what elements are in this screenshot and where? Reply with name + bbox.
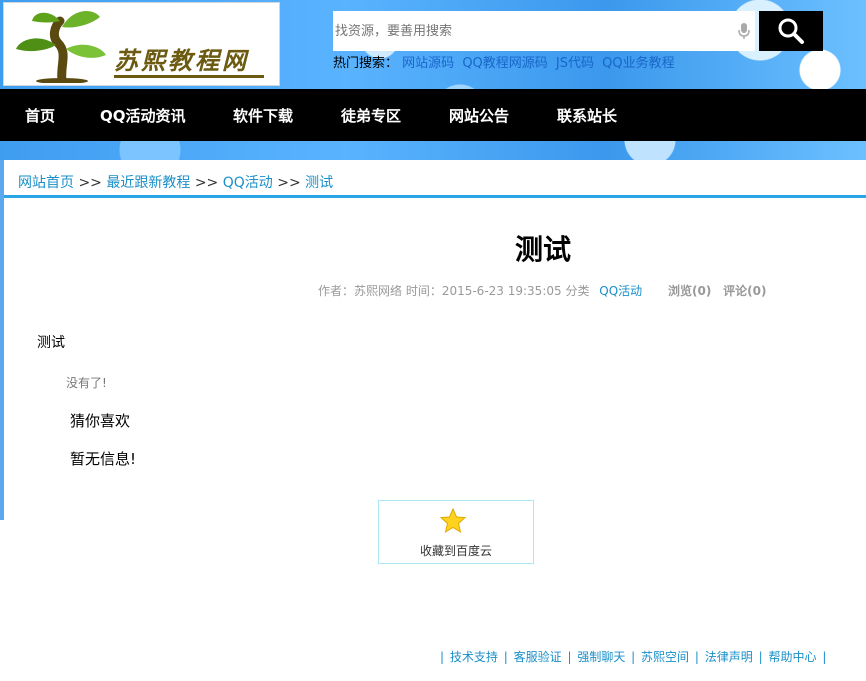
nav-item-software[interactable]: 软件下载 (233, 105, 293, 126)
article-meta: 作者：苏熙网络 时间：2015-6-23 19:35:05 分类 QQ活动 浏览… (318, 282, 767, 299)
breadcrumb-current[interactable]: 测试 (305, 175, 333, 191)
footer-links: | 技术支持 | 客服验证 | 强制聊天 | 苏熙空间 | 法律声明 | 帮助中… (438, 648, 828, 665)
guess-you-like-title: 猜你喜欢 (70, 412, 131, 430)
breadcrumb-home[interactable]: 网站首页 (18, 175, 74, 191)
breadcrumb-divider (4, 195, 866, 198)
footer-link[interactable]: 帮助中心 (768, 650, 816, 664)
article-category[interactable]: QQ活动 (599, 284, 642, 298)
search-input[interactable] (333, 11, 755, 51)
nav-item-announcement[interactable]: 网站公告 (449, 105, 509, 126)
footer-link[interactable]: 技术支持 (450, 650, 498, 664)
search-button[interactable] (759, 11, 823, 51)
footer-separator: | (631, 650, 636, 664)
article-author-time: 作者：苏熙网络 时间：2015-6-23 19:35:05 分类 (318, 284, 590, 298)
search-icon (778, 18, 804, 44)
hot-keyword[interactable]: QQ业务教程 (602, 56, 674, 71)
breadcrumb-recent[interactable]: 最近跟新教程 (106, 175, 190, 191)
save-to-baidu-button[interactable]: 收藏到百度云 (378, 500, 534, 564)
hot-search: 热门搜索： 网站源码 QQ教程网源码 JS代码 QQ业务教程 (333, 52, 679, 71)
nav-item-contact[interactable]: 联系站长 (557, 105, 617, 126)
microphone-icon[interactable] (737, 22, 751, 40)
footer-link[interactable]: 法律声明 (705, 650, 753, 664)
footer-separator: | (694, 650, 699, 664)
footer-link[interactable]: 强制聊天 (577, 650, 625, 664)
nav-item-qq-activity[interactable]: QQ活动资讯 (100, 105, 186, 126)
footer-separator: | (822, 650, 827, 664)
breadcrumb-qq-activity[interactable]: QQ活动 (223, 175, 273, 191)
footer-separator: | (440, 650, 445, 664)
site-logo[interactable]: 苏熙教程网 (3, 2, 280, 86)
save-to-baidu-label: 收藏到百度云 (419, 544, 492, 558)
article-title: 测试 (514, 233, 571, 266)
tree-logo-icon (16, 11, 106, 83)
breadcrumb: 网站首页 >> 最近跟新教程 >> QQ活动 >> 测试 (18, 172, 333, 192)
footer-link[interactable]: 客服验证 (514, 650, 562, 664)
nav-item-home[interactable]: 首页 (25, 105, 55, 126)
nav-item-apprentice[interactable]: 徒弟专区 (341, 105, 401, 126)
footer-separator: | (758, 650, 763, 664)
breadcrumb-separator: >> (78, 175, 102, 191)
star-icon (439, 507, 467, 534)
hot-keyword[interactable]: QQ教程网源码 (462, 56, 547, 71)
hot-keyword[interactable]: JS代码 (556, 56, 594, 71)
article-comments[interactable]: 评论(0) (723, 284, 766, 298)
footer-separator: | (567, 650, 572, 664)
article-views: 浏览(0) (668, 284, 712, 298)
footer-link[interactable]: 苏熙空间 (641, 650, 689, 664)
hot-search-label: 热门搜索： (333, 56, 399, 71)
main-nav: 首页 QQ活动资讯 软件下载 徒弟专区 网站公告 联系站长 (0, 89, 866, 141)
logo-underline (114, 75, 264, 78)
breadcrumb-separator: >> (194, 175, 219, 191)
hot-keyword[interactable]: 网站源码 (402, 56, 454, 71)
breadcrumb-separator: >> (277, 175, 301, 191)
article-body: 测试 (37, 335, 65, 351)
next-article: 没有了! (66, 376, 107, 390)
no-info-text: 暂无信息! (70, 450, 137, 468)
logo-text: 苏熙教程网 (114, 46, 249, 75)
footer-separator: | (503, 650, 508, 664)
